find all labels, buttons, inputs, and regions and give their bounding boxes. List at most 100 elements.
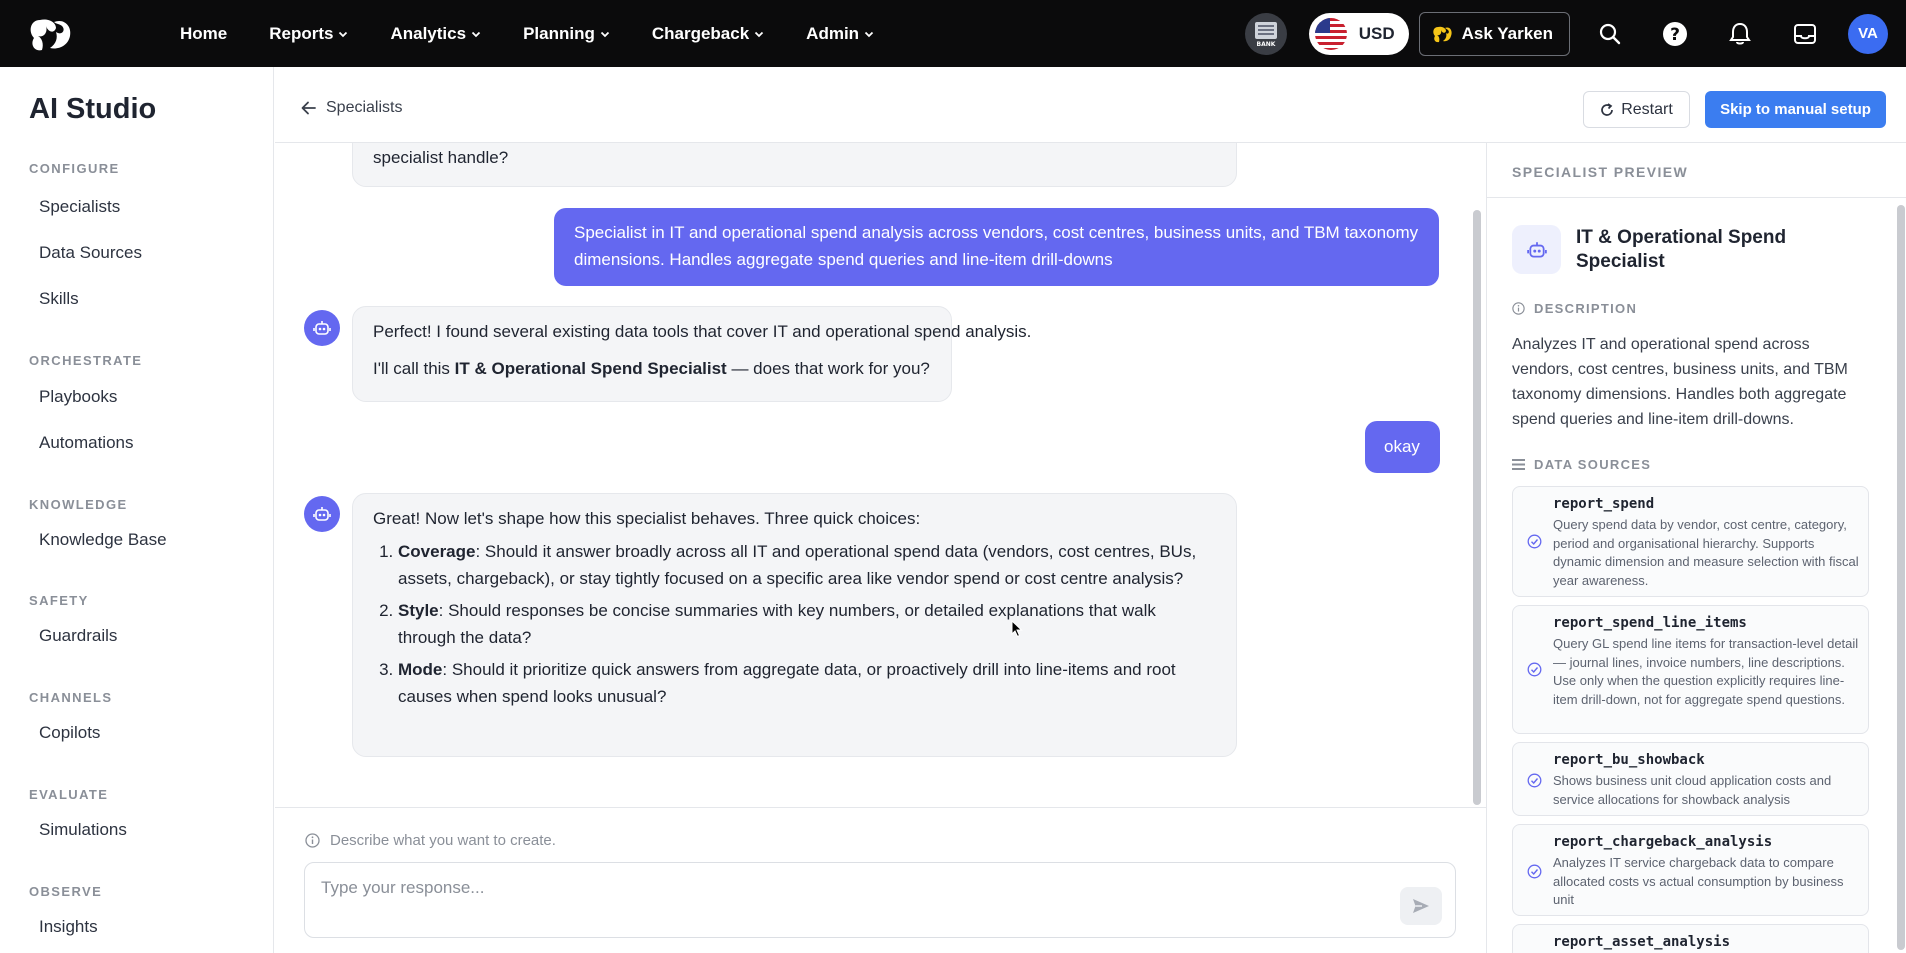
- arrow-left-icon: [301, 101, 316, 115]
- composer-hint-text: Describe what you want to create.: [330, 832, 556, 849]
- nav-chargeback[interactable]: Chargeback: [652, 24, 764, 44]
- chat-thread: specialist handle? Specialist in IT and …: [275, 143, 1486, 807]
- assistant-message-intro: Great! Now let's shape how this speciali…: [373, 509, 921, 528]
- chevron-down-icon: [864, 31, 874, 37]
- sidebar-item-playbooks[interactable]: Playbooks: [39, 387, 117, 407]
- sidebar-item-simulations[interactable]: Simulations: [39, 820, 127, 840]
- specialist-description: Analyzes IT and operational spend across…: [1512, 336, 1848, 428]
- sidebar-item-data-sources[interactable]: Data Sources: [39, 243, 142, 263]
- currency-selector[interactable]: USD: [1308, 12, 1409, 55]
- preview-scrollbar[interactable]: [1897, 205, 1905, 950]
- sidebar: AI Studio CONFIGURE Specialists Data Sou…: [0, 67, 274, 953]
- data-source-card[interactable]: report_asset_analysis: [1512, 924, 1869, 953]
- notifications-button[interactable]: [1718, 12, 1762, 56]
- ask-yarken-button[interactable]: Ask Yarken: [1418, 11, 1570, 56]
- composer-hint: Describe what you want to create.: [305, 832, 556, 849]
- nav-reports[interactable]: Reports: [269, 24, 348, 44]
- bank-button[interactable]: BANK: [1244, 12, 1287, 55]
- choice-term: Coverage: [398, 542, 476, 561]
- nav-planning[interactable]: Planning: [523, 24, 610, 44]
- assistant-message: Perfect! I found several existing data t…: [352, 306, 1031, 402]
- help-icon: ?: [1663, 21, 1687, 46]
- help-button[interactable]: ?: [1653, 12, 1697, 56]
- send-button[interactable]: [1400, 887, 1442, 925]
- description-label-text: DESCRIPTION: [1534, 301, 1638, 316]
- nav-home-label: Home: [180, 23, 228, 43]
- section-label-configure: CONFIGURE: [29, 161, 120, 176]
- choice-item: Style: Should responses be concise summa…: [398, 597, 1218, 651]
- nav-planning-label: Planning: [523, 23, 595, 43]
- section-label-observe: OBSERVE: [29, 884, 103, 899]
- section-label-safety: SAFETY: [29, 593, 89, 608]
- search-icon: [1599, 23, 1621, 44]
- breadcrumb-label: Specialists: [326, 99, 403, 116]
- check-circle-icon: [1527, 773, 1542, 788]
- data-source-name: report_chargeback_analysis: [1553, 834, 1773, 850]
- data-source-description: Query spend data by vendor, cost centre,…: [1553, 517, 1859, 588]
- nav-admin[interactable]: Admin: [806, 24, 874, 44]
- nav-home[interactable]: Home: [180, 24, 227, 44]
- data-source-name: report_spend_line_items: [1553, 615, 1747, 631]
- choice-text: : Should it answer broadly across all IT…: [398, 542, 1197, 588]
- robot-icon: [1526, 241, 1547, 258]
- inbox-button[interactable]: [1783, 12, 1827, 56]
- check-circle-icon: [1527, 662, 1542, 677]
- composer: [304, 862, 1456, 938]
- nav-analytics[interactable]: Analytics: [390, 24, 481, 44]
- sidebar-item-insights[interactable]: Insights: [39, 917, 98, 937]
- assistant-message-line: I'll call this IT & Operational Spend Sp…: [373, 355, 930, 382]
- nav-analytics-label: Analytics: [390, 23, 467, 43]
- check-circle-icon: [1527, 864, 1542, 879]
- info-icon: [305, 833, 320, 848]
- list-icon: [1512, 459, 1525, 470]
- chevron-down-icon: [471, 31, 481, 37]
- specialist-name-highlight: IT & Operational Spend Specialist: [454, 359, 727, 378]
- data-source-card[interactable]: report_bu_showback Shows business unit c…: [1512, 742, 1869, 816]
- assistant-message-content: Great! Now let's shape how this speciali…: [373, 505, 1218, 715]
- data-source-card[interactable]: report_chargeback_analysis Analyzes IT s…: [1512, 824, 1869, 916]
- assistant-message-line: Perfect! I found several existing data t…: [373, 322, 1032, 341]
- section-label-knowledge: KNOWLEDGE: [29, 497, 128, 512]
- section-label-evaluate: EVALUATE: [29, 787, 109, 802]
- send-icon: [1413, 899, 1429, 913]
- restart-button[interactable]: Restart: [1583, 91, 1690, 128]
- refresh-icon: [1601, 102, 1614, 116]
- preview-divider: [1487, 197, 1906, 198]
- text-segment: — does that work for you?: [726, 359, 930, 378]
- user-avatar[interactable]: VA: [1848, 13, 1888, 54]
- choice-item: Mode: Should it prioritize quick answers…: [398, 656, 1218, 710]
- user-message-text: okay: [1384, 437, 1420, 456]
- sidebar-item-copilots[interactable]: Copilots: [39, 723, 100, 743]
- data-source-card[interactable]: report_spend Query spend data by vendor,…: [1512, 486, 1869, 597]
- specialist-name: IT & Operational Spend Specialist: [1576, 227, 1787, 272]
- assistant-message: specialist handle?: [352, 143, 1237, 187]
- top-nav: Home Reports Analytics Planning Chargeba…: [0, 0, 1906, 67]
- page-header: Specialists Restart Skip to manual setup: [275, 67, 1906, 143]
- preview-heading: SPECIALIST PREVIEW: [1512, 164, 1689, 180]
- sidebar-item-automations[interactable]: Automations: [39, 433, 134, 453]
- specialist-icon: [1512, 225, 1561, 274]
- sidebar-item-skills[interactable]: Skills: [39, 289, 79, 309]
- response-input[interactable]: [321, 875, 1381, 901]
- data-source-name: report_spend: [1553, 496, 1655, 512]
- bank-icon: BANK: [1254, 21, 1277, 48]
- chevron-down-icon: [755, 31, 764, 37]
- chat-scrollbar[interactable]: [1473, 210, 1481, 805]
- user-message-text: Specialist in IT and operational spend a…: [574, 223, 1419, 269]
- sidebar-item-guardrails[interactable]: Guardrails: [39, 626, 117, 646]
- description-label: DESCRIPTION: [1512, 301, 1637, 316]
- sidebar-item-specialists[interactable]: Specialists: [39, 197, 120, 217]
- specialist-preview-panel: SPECIALIST PREVIEW IT & Operational Spen…: [1486, 143, 1906, 953]
- assistant-avatar: [304, 496, 340, 532]
- user-message: okay: [1365, 421, 1440, 473]
- robot-icon: [313, 321, 331, 335]
- back-to-specialists-link[interactable]: Specialists: [301, 99, 402, 117]
- restart-label: Restart: [1621, 100, 1673, 118]
- skip-to-manual-setup-button[interactable]: Skip to manual setup: [1705, 91, 1886, 128]
- app-logo[interactable]: [26, 14, 76, 54]
- sidebar-item-knowledge-base[interactable]: Knowledge Base: [39, 530, 167, 550]
- nav-admin-label: Admin: [806, 23, 860, 43]
- search-button[interactable]: [1588, 12, 1632, 56]
- data-source-card[interactable]: report_spend_line_items Query GL spend l…: [1512, 605, 1869, 734]
- yarken-logo-icon: [1432, 26, 1452, 42]
